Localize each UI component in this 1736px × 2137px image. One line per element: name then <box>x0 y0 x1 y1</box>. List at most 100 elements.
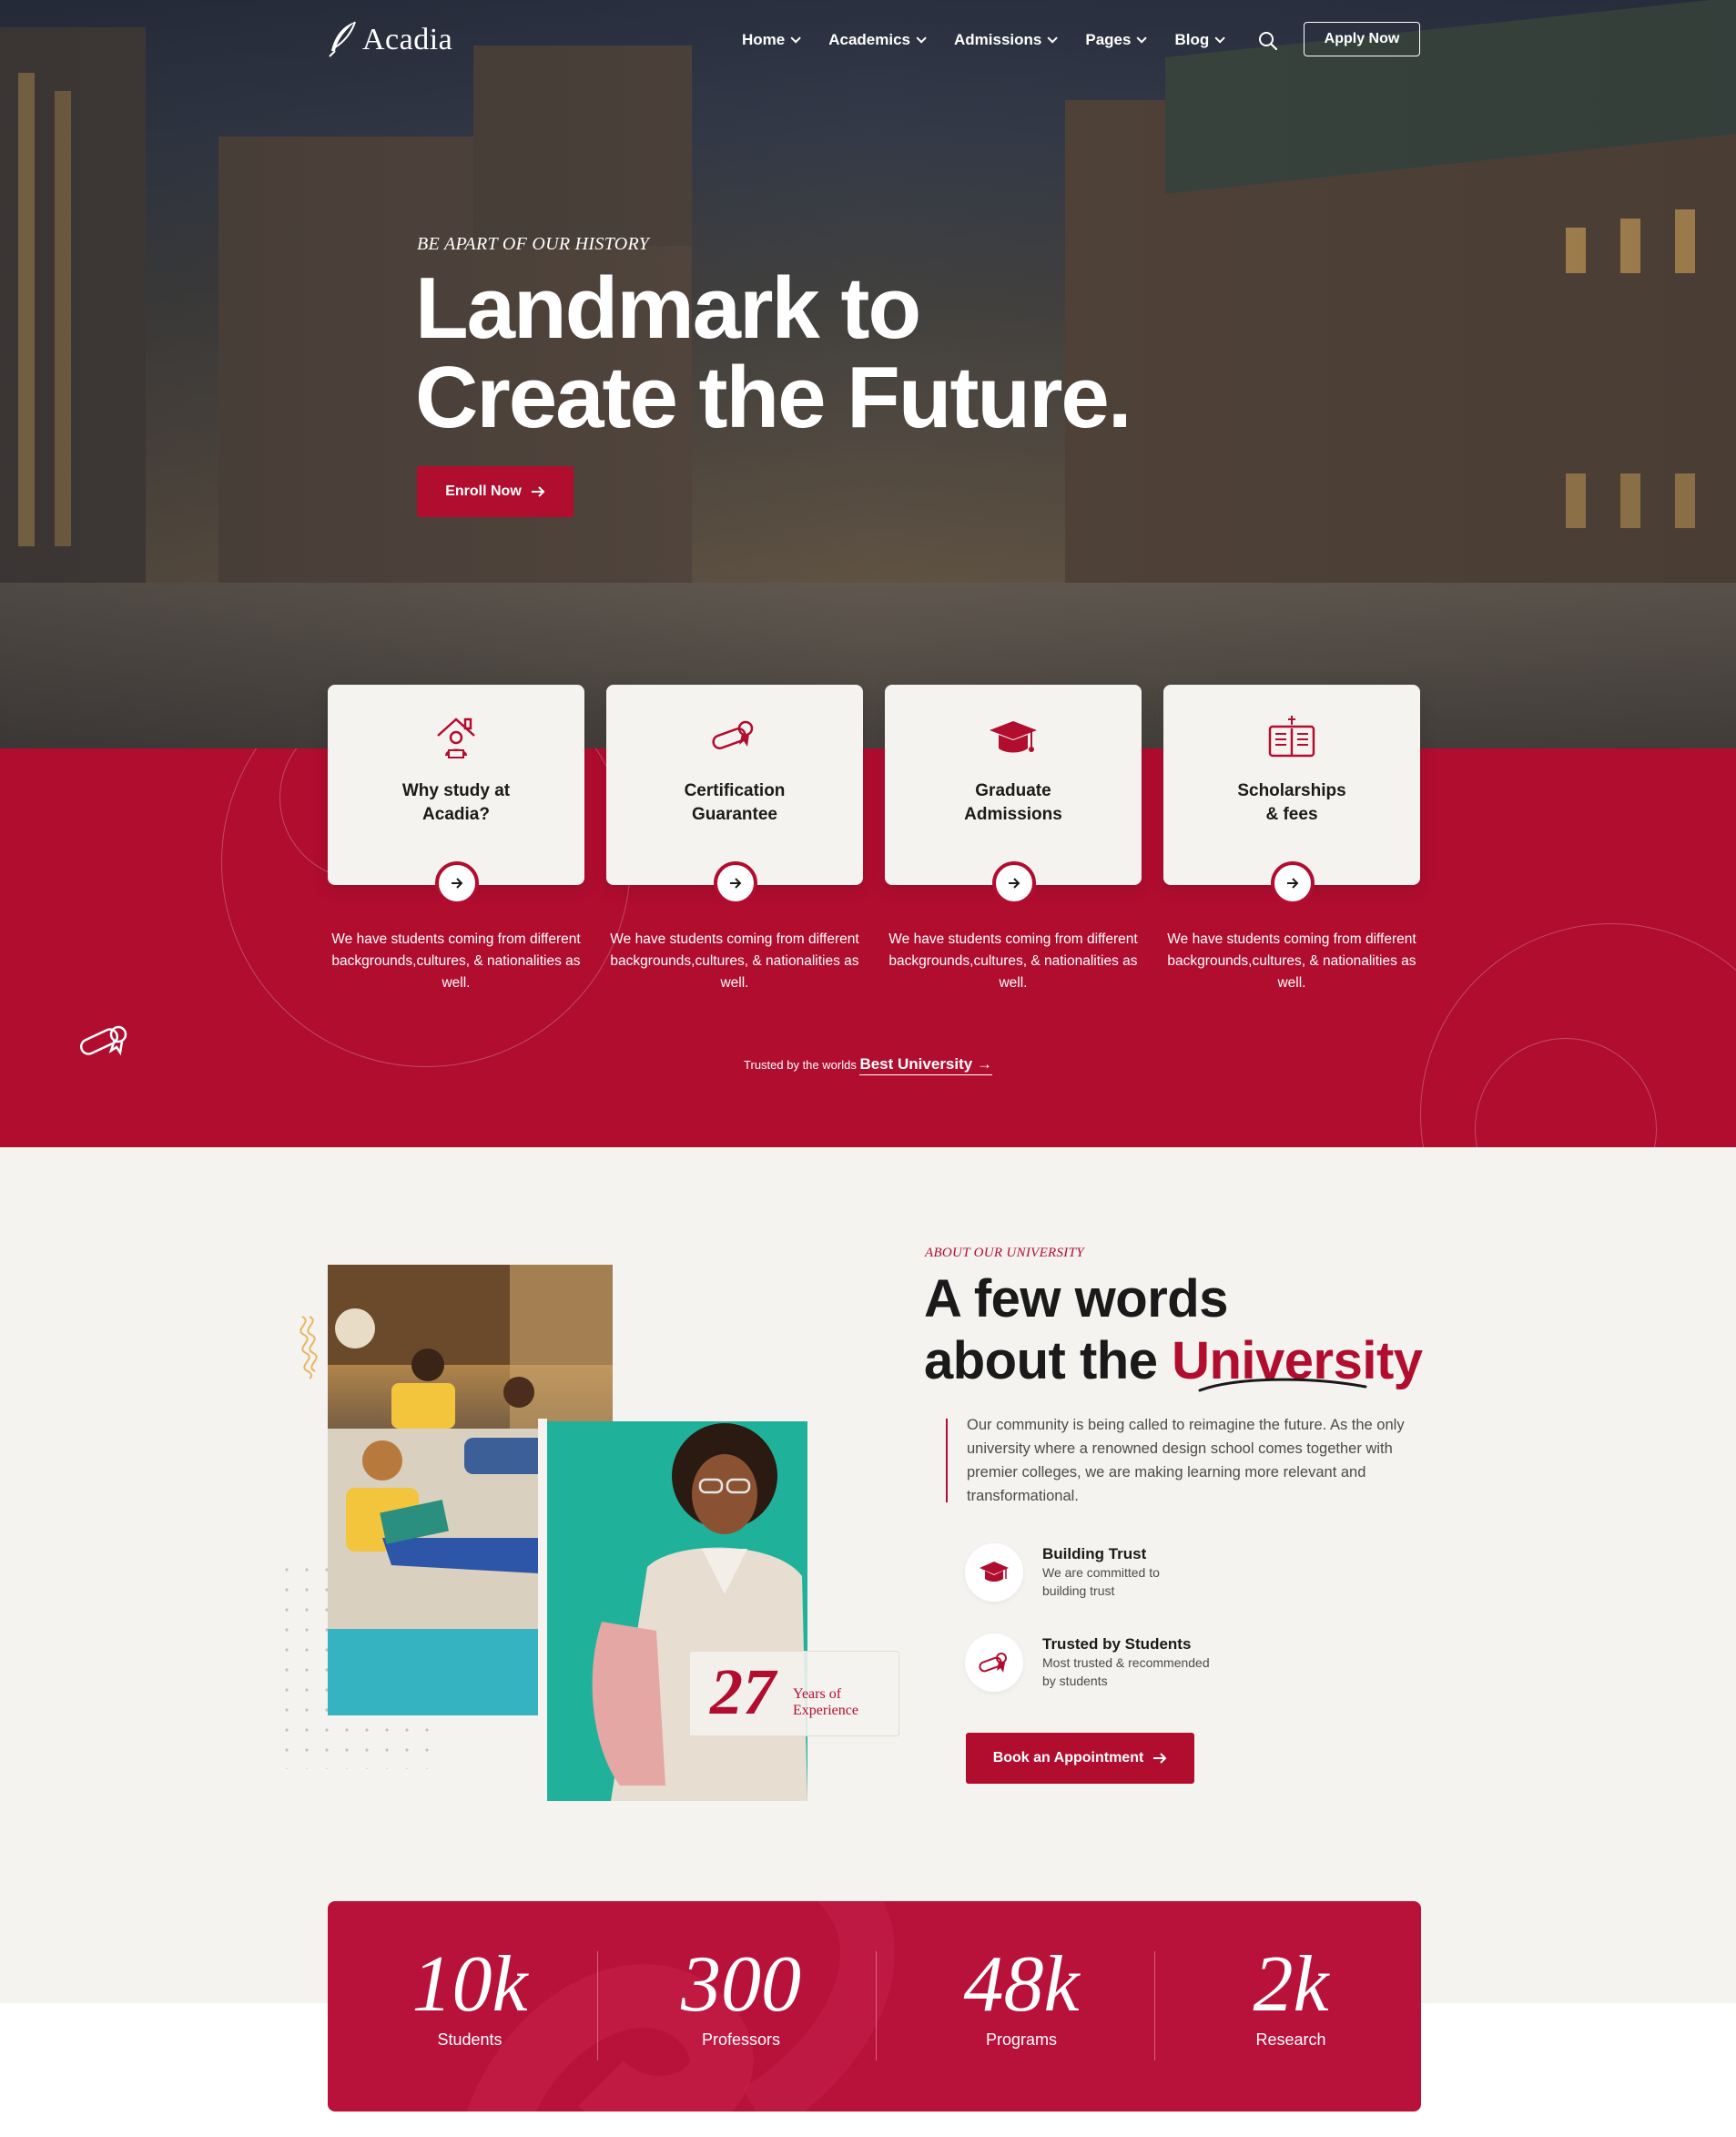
stat-label: Programs <box>985 2030 1058 2049</box>
graduation-cap-icon <box>990 721 1037 753</box>
nav-item-admissions[interactable]: Admissions <box>954 31 1059 49</box>
card-arrow-button[interactable] <box>1271 861 1315 905</box>
apply-now-button[interactable]: Apply Now <box>1304 22 1420 56</box>
stat-number: 300 <box>681 1940 801 2029</box>
stat-students: 10k Students <box>333 1941 606 2050</box>
chevron-down-icon <box>1136 33 1148 44</box>
card-title-line: Admissions <box>964 805 1062 824</box>
card-description: We have students coming from different b… <box>888 931 1138 991</box>
hero-title: Landmark to Create the Future. <box>415 259 1132 446</box>
nav-item-label: Pages <box>1085 31 1132 48</box>
stat-divider <box>876 1951 877 2061</box>
paragraph-rule <box>946 1419 948 1502</box>
feature-description: We are committed to building trust <box>1042 1563 1224 1600</box>
squiggle-decoration <box>299 1316 318 1379</box>
card-title: Graduate Admissions <box>885 779 1142 827</box>
underline-decoration <box>1198 1378 1367 1392</box>
nav-item-home[interactable]: Home <box>742 31 802 49</box>
enroll-now-button[interactable]: Enroll Now <box>417 466 574 517</box>
nav-item-academics[interactable]: Academics <box>828 31 927 49</box>
trusted-prefix: Trusted by the worlds <box>744 1058 857 1072</box>
about-paragraph: Our community is being called to reimagi… <box>967 1417 1405 1504</box>
experience-badge: 27 Years of Experience <box>689 1651 899 1736</box>
hero-title-line: Landmark to <box>415 259 921 357</box>
card-scholarships[interactable]: Scholarships & fees <box>1163 685 1420 905</box>
stat-professors: 300 Professors <box>604 1941 878 2050</box>
nav-item-label: Admissions <box>954 31 1042 48</box>
arrow-right-icon <box>1009 878 1020 889</box>
card-title-line: Acadia? <box>422 805 490 824</box>
card-title-line: Why study at <box>401 781 511 800</box>
logo-text: Acadia <box>362 23 453 56</box>
book-appointment-button[interactable]: Book an Appointment <box>966 1733 1194 1784</box>
student-house-icon <box>437 717 475 758</box>
card-title: Scholarships & fees <box>1163 779 1420 827</box>
open-book-icon <box>1268 716 1315 758</box>
feature-title: Trusted by Students <box>1042 1635 1192 1653</box>
arrow-right-icon <box>452 878 463 889</box>
card-description: We have students coming from different b… <box>331 931 581 991</box>
feature-description-line: Most trusted & recommended <box>1042 1655 1210 1670</box>
smiling-student-illustration <box>592 1423 807 1801</box>
trusted-line: Trusted by the worlds Best University → <box>0 1055 1736 1075</box>
card-title-line: Guarantee <box>692 805 777 824</box>
graduation-cap-icon <box>980 1562 1009 1582</box>
nav-menu: Home Academics Admissions Pages Blog <box>742 31 1253 49</box>
diploma-icon <box>712 720 754 750</box>
card-why-study[interactable]: Why study at Acadia? <box>328 685 584 905</box>
experience-number: 27 <box>710 1655 776 1728</box>
stat-label: Professors <box>701 2030 781 2049</box>
best-university-label: Best University <box>859 1055 973 1073</box>
hero-kicker: BE APART OF OUR HISTORY <box>417 234 650 254</box>
nav-item-blog[interactable]: Blog <box>1174 31 1226 49</box>
card-title: Certification Guarantee <box>606 779 863 827</box>
feature-description-line: building trust <box>1042 1583 1115 1598</box>
feature-description: Most trusted & recommended by students <box>1042 1654 1224 1690</box>
main-nav: Acadia Home Academics Admissions Pages B… <box>328 20 1420 64</box>
stat-programs: 48k Programs <box>885 1941 1158 2050</box>
card-arrow-button[interactable] <box>435 861 479 905</box>
experience-label-line: Years of <box>793 1686 842 1702</box>
chevron-down-icon <box>1047 33 1059 44</box>
stat-label: Students <box>437 2030 503 2049</box>
about-kicker: ABOUT OUR UNIVERSITY <box>925 1246 1084 1260</box>
card-title-line: Certification <box>684 781 786 800</box>
stat-divider <box>597 1951 598 2061</box>
card-arrow-button[interactable] <box>992 861 1036 905</box>
experience-label: Years of Experience <box>793 1686 858 1719</box>
quill-logo-icon <box>329 21 356 57</box>
arrow-right-icon <box>1153 1753 1167 1764</box>
hero-title-line: Create the Future. <box>415 349 1132 446</box>
stat-number: 48k <box>963 1940 1080 2029</box>
chevron-down-icon <box>790 33 802 44</box>
about-title-plain: about the <box>924 1331 1158 1390</box>
arrow-right-icon <box>531 486 545 497</box>
feature-icon-wrap <box>965 1543 1023 1602</box>
nav-item-label: Blog <box>1174 31 1210 48</box>
chevron-down-icon <box>1214 33 1226 44</box>
book-appointment-label: Book an Appointment <box>992 1750 1144 1766</box>
card-graduate-admissions[interactable]: Graduate Admissions <box>885 685 1142 905</box>
logo[interactable]: Acadia <box>328 20 452 60</box>
chevron-down-icon <box>916 33 927 44</box>
about-section <box>0 1147 1736 2003</box>
card-arrow-button[interactable] <box>714 861 757 905</box>
stats-bar: 10k Students 300 Professors 48k Programs… <box>328 1901 1421 2112</box>
features-band: We have students coming from different b… <box>0 748 1736 1147</box>
card-certification[interactable]: Certification Guarantee <box>606 685 863 905</box>
card-description: We have students coming from different b… <box>1167 931 1416 991</box>
feature-description-line: We are committed to <box>1042 1565 1160 1580</box>
card-title-line: Graduate <box>975 781 1051 800</box>
about-title-line: A few words <box>924 1269 1228 1328</box>
stat-research: 2k Research <box>1154 1941 1421 2050</box>
card-title-line: Scholarships <box>1237 781 1346 800</box>
card-title: Why study at Acadia? <box>328 779 584 827</box>
best-university-link[interactable]: Best University → <box>859 1055 992 1075</box>
nav-item-pages[interactable]: Pages <box>1085 31 1148 49</box>
photo-frame <box>538 1419 547 1801</box>
feature-icon-wrap <box>965 1633 1023 1692</box>
experience-label-line: Experience <box>793 1703 858 1718</box>
diploma-icon <box>979 1653 1007 1673</box>
enroll-now-label: Enroll Now <box>445 483 522 499</box>
search-icon[interactable] <box>1258 31 1278 51</box>
